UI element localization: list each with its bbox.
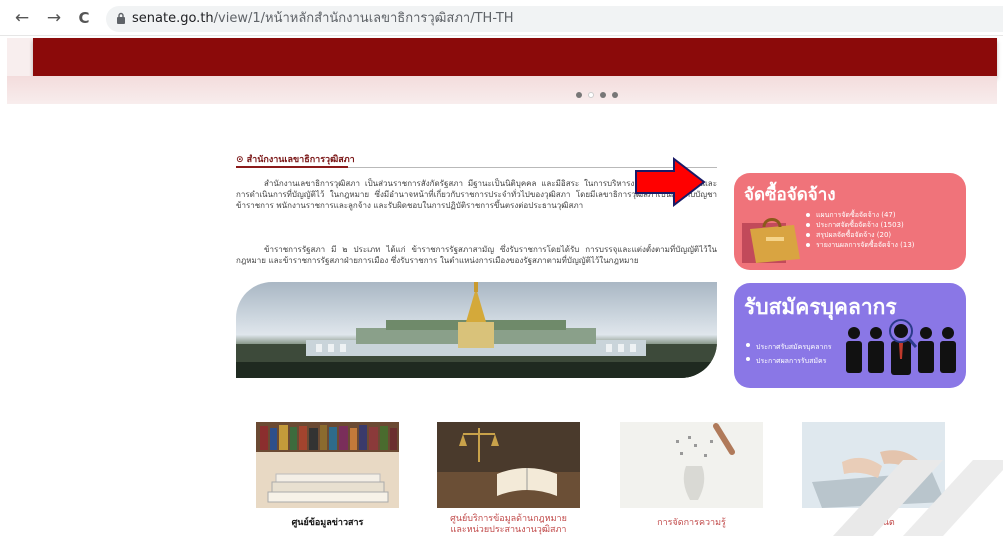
tile-label: ศูนย์ข้อมูลข่าวสาร bbox=[291, 518, 364, 528]
procurement-link[interactable]: แผนการจัดซื้อจัดจ้าง (47) bbox=[806, 210, 915, 220]
lock-icon bbox=[117, 12, 125, 24]
people-group-icon bbox=[846, 319, 956, 375]
carousel-dot[interactable] bbox=[600, 92, 606, 98]
address-bar[interactable]: senate.go.th/view/1/หน้าหลักสำนักงานเลขา… bbox=[106, 6, 1003, 32]
knowledge-lightbulb-image bbox=[620, 422, 763, 508]
tile-label: การจัดการความรู้ bbox=[657, 518, 726, 528]
carousel-dot[interactable] bbox=[576, 92, 582, 98]
red-arrow-icon bbox=[635, 157, 706, 207]
browser-toolbar: ← → C senate.go.th/view/1/หน้าหลักสำนักง… bbox=[0, 0, 1003, 36]
parliament-building-image bbox=[236, 282, 717, 378]
carousel-indicators bbox=[576, 92, 618, 100]
shopping-bag-icon bbox=[742, 218, 800, 263]
parliament-building-illustration bbox=[236, 282, 717, 378]
section-title: ⊙ สำนักงานเลขาธิการวุฒิสภา bbox=[236, 155, 355, 165]
procurement-card[interactable]: จัดซื้อจัดจ้าง แผนการจัดซื้อจัดจ้าง (47)… bbox=[734, 173, 966, 270]
title-divider-accent bbox=[236, 166, 348, 168]
recruitment-card[interactable]: รับสมัครบุคลากร ประกาศรับสมัครบุคลากร ปร… bbox=[734, 283, 966, 388]
hero-carousel[interactable] bbox=[7, 38, 997, 104]
procurement-link[interactable]: ประกาศจัดซื้อจัดจ้าง (1503) bbox=[806, 220, 915, 230]
procurement-list: แผนการจัดซื้อจัดจ้าง (47) ประกาศจัดซื้อจ… bbox=[806, 210, 915, 250]
url-path: /view/1/หน้าหลักสำนักงานเลขาธิการวุฒิสภา… bbox=[213, 11, 514, 26]
tile-information-center[interactable]: ศูนย์ข้อมูลข่าวสาร bbox=[256, 422, 399, 536]
reload-icon[interactable]: C bbox=[74, 8, 94, 28]
carousel-dot[interactable] bbox=[612, 92, 618, 98]
recruitment-link[interactable]: ประกาศผลการรับสมัคร bbox=[746, 354, 831, 368]
procurement-link[interactable]: สรุปผลจัดซื้อจัดจ้าง (20) bbox=[806, 230, 915, 240]
url-domain: senate.go.th bbox=[132, 11, 214, 26]
article-paragraph-2: ข้าราชการรัฐสภา มี ๒ ประเภท ได้แก่ ข้ารา… bbox=[236, 245, 717, 265]
tile-legal-information[interactable]: ศูนย์บริการข้อมูลด้านกฎหมาย และหน่วยประสา… bbox=[437, 422, 580, 536]
url-text: senate.go.th/view/1/หน้าหลักสำนักงานเลขา… bbox=[132, 6, 514, 32]
carousel-slide-banner bbox=[33, 38, 997, 76]
law-books-scale-image bbox=[437, 422, 580, 508]
carousel-slide-bottom bbox=[7, 76, 997, 104]
tile-label: ศูนย์บริการข้อมูลด้านกฎหมาย และหน่วยประสา… bbox=[450, 514, 567, 535]
carousel-dot[interactable] bbox=[588, 92, 594, 98]
recruitment-link[interactable]: ประกาศรับสมัครบุคลากร bbox=[746, 340, 831, 354]
back-arrow-icon[interactable]: ← bbox=[12, 8, 32, 28]
bookshelf-image bbox=[256, 422, 399, 508]
recruitment-list: ประกาศรับสมัครบุคลากร ประกาศผลการรับสมัค… bbox=[746, 340, 831, 368]
tile-knowledge-management[interactable]: การจัดการความรู้ bbox=[620, 422, 763, 536]
watermark-graphic bbox=[833, 460, 1003, 536]
procurement-link[interactable]: รายงานผลการจัดซื้อจัดจ้าง (13) bbox=[806, 240, 915, 250]
forward-arrow-icon[interactable]: → bbox=[44, 8, 64, 28]
